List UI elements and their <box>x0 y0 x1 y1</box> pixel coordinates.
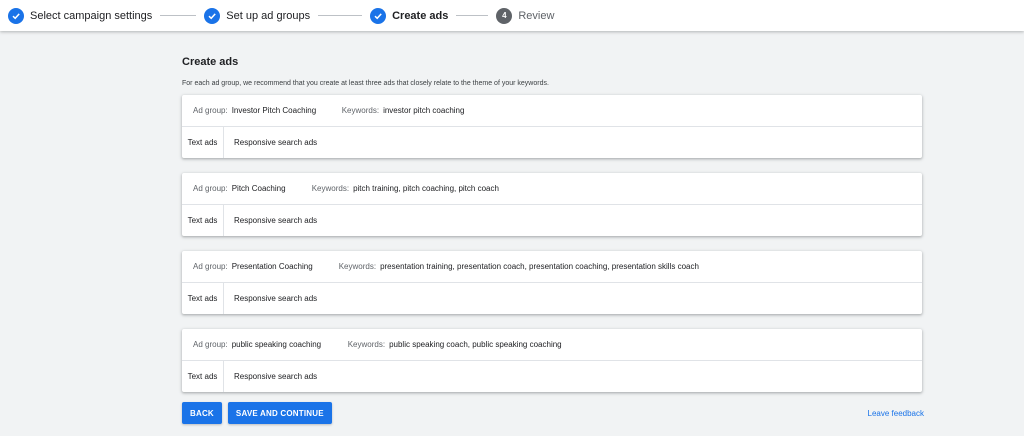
ad-group-header: Ad group: public speaking coaching Keywo… <box>182 329 922 361</box>
tab-text-ads[interactable]: Text ads <box>182 283 224 314</box>
keywords-label: Keywords: <box>311 184 350 193</box>
step-review[interactable]: 4 Review <box>496 7 555 24</box>
check-icon <box>370 7 387 24</box>
step-label: Select campaign settings <box>30 9 153 22</box>
tab-responsive-search-ads[interactable]: Responsive search ads <box>224 361 317 392</box>
tab-responsive-search-ads[interactable]: Responsive search ads <box>224 127 317 158</box>
ad-group-label: Ad group: <box>193 106 228 115</box>
tab-text-ads[interactable]: Text ads <box>182 127 224 158</box>
back-button[interactable]: BACK <box>182 402 222 424</box>
step-create-ads[interactable]: Create ads <box>370 7 449 24</box>
footer-actions: BACK SAVE AND CONTINUE Leave feedback <box>182 402 924 424</box>
ad-group-label: Ad group: <box>193 340 228 349</box>
tab-text-ads[interactable]: Text ads <box>182 205 224 236</box>
step-set-up-ad-groups[interactable]: Set up ad groups <box>204 7 311 24</box>
check-icon <box>204 7 221 24</box>
ad-group-label: Ad group: <box>193 184 228 193</box>
step-label: Set up ad groups <box>226 9 311 22</box>
step-number-badge: 4 <box>496 7 513 24</box>
save-and-continue-button[interactable]: SAVE AND CONTINUE <box>227 402 332 424</box>
ad-group-name: Presentation Coaching <box>231 262 313 271</box>
keywords-label: Keywords: <box>338 262 377 271</box>
check-icon <box>8 7 24 24</box>
keywords-value: presentation training, presentation coac… <box>380 262 699 271</box>
step-select-campaign-settings[interactable]: Select campaign settings <box>8 7 153 24</box>
ad-group-name: public speaking coaching <box>231 340 322 349</box>
ad-group-card: Ad group: Investor Pitch Coaching Keywor… <box>182 95 922 158</box>
step-label: Review <box>518 9 555 22</box>
progress-stepper: Select campaign settings Set up ad group… <box>0 0 1024 31</box>
step-divider <box>160 15 197 16</box>
tab-responsive-search-ads[interactable]: Responsive search ads <box>224 205 317 236</box>
page-description: For each ad group, we recommend that you… <box>182 80 549 87</box>
keywords-label: Keywords: <box>341 106 380 115</box>
leave-feedback-link[interactable]: Leave feedback <box>868 409 925 418</box>
tab-text-ads[interactable]: Text ads <box>182 361 224 392</box>
keywords-label: Keywords: <box>347 340 386 349</box>
ad-group-name: Investor Pitch Coaching <box>231 106 317 115</box>
create-ads-section: Create ads For each ad group, we recomme… <box>182 56 922 407</box>
tab-responsive-search-ads[interactable]: Responsive search ads <box>224 283 317 314</box>
ad-group-header: Ad group: Investor Pitch Coaching Keywor… <box>182 95 922 127</box>
step-divider <box>456 15 489 16</box>
ad-group-label: Ad group: <box>193 262 228 271</box>
step-divider <box>318 15 363 16</box>
ad-group-card: Ad group: public speaking coaching Keywo… <box>182 329 922 392</box>
keywords-value: pitch training, pitch coaching, pitch co… <box>353 184 499 193</box>
step-label: Create ads <box>392 9 449 22</box>
ad-group-header: Ad group: Pitch Coaching Keywords: pitch… <box>182 173 922 205</box>
ad-group-name: Pitch Coaching <box>231 184 286 193</box>
ad-group-card: Ad group: Presentation Coaching Keywords… <box>182 251 922 314</box>
ad-type-tabs: Text ads Responsive search ads <box>182 127 922 158</box>
ad-group-header: Ad group: Presentation Coaching Keywords… <box>182 251 922 283</box>
ad-type-tabs: Text ads Responsive search ads <box>182 283 922 314</box>
ad-group-card: Ad group: Pitch Coaching Keywords: pitch… <box>182 173 922 236</box>
keywords-value: public speaking coach, public speaking c… <box>389 340 562 349</box>
keywords-value: investor pitch coaching <box>383 106 465 115</box>
ad-type-tabs: Text ads Responsive search ads <box>182 205 922 236</box>
page-title: Create ads <box>182 56 239 68</box>
ad-type-tabs: Text ads Responsive search ads <box>182 361 922 392</box>
